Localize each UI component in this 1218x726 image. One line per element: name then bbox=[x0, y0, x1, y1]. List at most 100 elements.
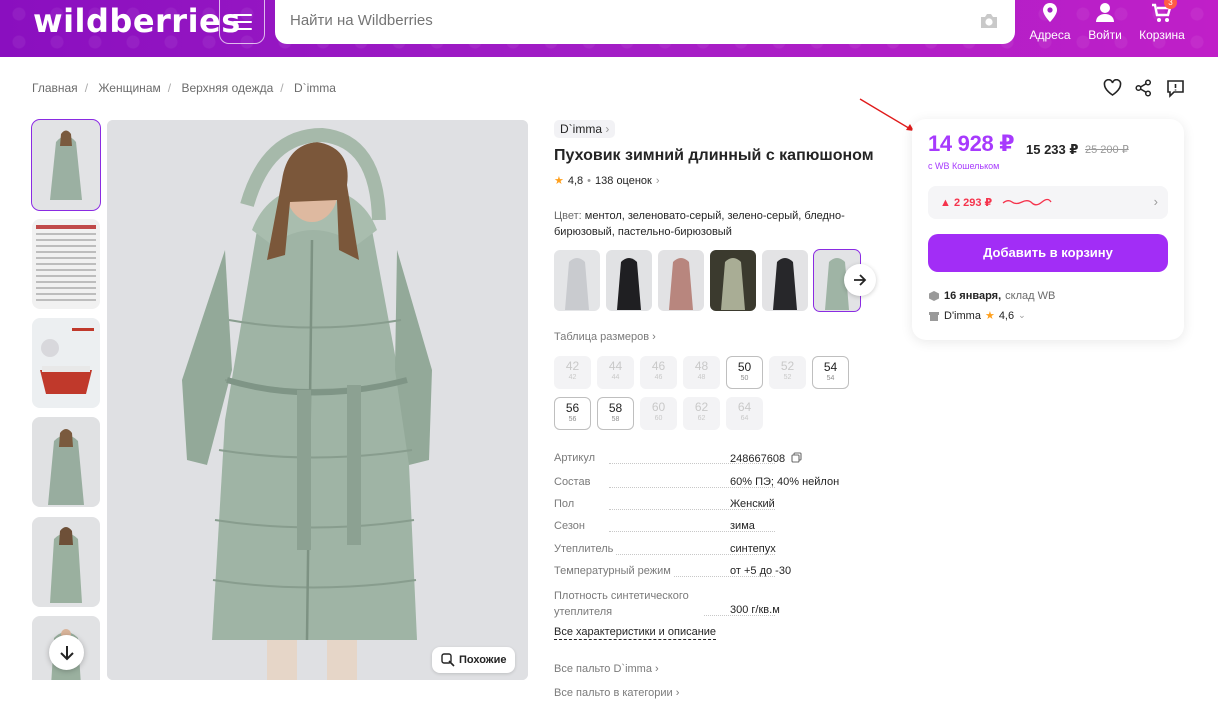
size-option[interactable]: 48 48 bbox=[683, 356, 720, 389]
color-swatch-light-gray[interactable] bbox=[554, 250, 600, 311]
user-icon bbox=[1096, 3, 1114, 22]
search-similar-icon bbox=[441, 653, 455, 667]
arrow-right-icon bbox=[854, 274, 867, 286]
all-characteristics-link[interactable]: Все характеристики и описание bbox=[554, 626, 717, 640]
size-option[interactable]: 56 56 bbox=[554, 397, 591, 430]
price-history[interactable]: ▲ 2 293 ₽ › bbox=[928, 186, 1168, 219]
spec-key: Артикул bbox=[554, 452, 599, 464]
size-ru: 50 bbox=[740, 375, 749, 382]
color-label: Цвет: bbox=[554, 210, 582, 222]
size-number: 64 bbox=[737, 400, 752, 414]
reviews-count: 138 оценок bbox=[595, 174, 652, 187]
color-swatch-black-2[interactable] bbox=[762, 250, 808, 311]
add-to-cart-button[interactable]: Добавить в корзину bbox=[928, 234, 1168, 272]
breadcrumb-item-home[interactable]: Главная bbox=[32, 81, 78, 95]
color-swatch-black[interactable] bbox=[606, 250, 652, 311]
brand-name: D`imma bbox=[560, 122, 602, 136]
similar-products-button[interactable]: Похожие bbox=[432, 647, 516, 673]
size-number: 52 bbox=[780, 359, 795, 373]
seller-info[interactable]: D'imma ★ 4,6 ⌄ bbox=[928, 309, 1026, 322]
rating-value: 4,8 bbox=[567, 174, 584, 187]
nav-cart[interactable]: 3 Корзина bbox=[1139, 0, 1185, 42]
coat-variant-image bbox=[606, 250, 652, 311]
chevron-right-icon: › bbox=[655, 174, 660, 187]
breadcrumb-item-outerwear[interactable]: Верхняя одежда bbox=[181, 81, 273, 95]
size-number: 50 bbox=[737, 360, 752, 374]
spec-value: 248667608 bbox=[730, 453, 786, 465]
old-price: 25 200 ₽ bbox=[1085, 144, 1129, 156]
size-option[interactable]: 50 50 bbox=[726, 356, 763, 389]
spec-key: Утеплитель bbox=[554, 543, 617, 555]
thumbnail-2[interactable] bbox=[32, 219, 100, 309]
breadcrumb-separator: / bbox=[280, 81, 284, 95]
menu-button[interactable] bbox=[219, 0, 265, 44]
search-input[interactable] bbox=[290, 12, 940, 29]
size-option[interactable]: 44 44 bbox=[597, 356, 634, 389]
color-swatch-dusty-pink[interactable] bbox=[658, 250, 704, 311]
chevron-right-icon: › bbox=[652, 331, 656, 343]
favorite-heart-icon[interactable] bbox=[1103, 79, 1122, 97]
all-brand-coats-link[interactable]: Все пальто D`imma › bbox=[554, 663, 659, 675]
size-number: 56 bbox=[565, 401, 580, 415]
wallet-price: 14 928 ₽ bbox=[928, 131, 1015, 156]
color-swatch-olive[interactable] bbox=[710, 250, 756, 311]
dot-separator: • bbox=[587, 174, 592, 187]
color-description: Цвет: ментол, зеленовато-серый, зелено-с… bbox=[554, 208, 864, 240]
size-option[interactable]: 58 58 bbox=[597, 397, 634, 430]
similar-products-label: Похожие bbox=[459, 654, 507, 666]
size-ru: 42 bbox=[568, 374, 577, 381]
size-number: 44 bbox=[608, 359, 623, 373]
chevron-right-icon: › bbox=[675, 687, 680, 699]
price-change: ▲ 2 293 ₽ bbox=[940, 197, 993, 209]
spec-value: 60% ПЭ; 40% нейлон bbox=[730, 476, 840, 488]
breadcrumb-item-brand[interactable]: D`imma bbox=[294, 81, 336, 95]
breadcrumb-separator: / bbox=[84, 81, 89, 95]
next-colors-button[interactable] bbox=[844, 264, 876, 296]
scroll-thumbnails-down-button[interactable] bbox=[49, 635, 84, 670]
copy-icon[interactable] bbox=[791, 452, 802, 463]
size-table-link[interactable]: Таблица размеров › bbox=[554, 331, 656, 343]
thumbnail-5[interactable] bbox=[32, 517, 100, 607]
wallet-note[interactable]: с WB Кошельком bbox=[928, 161, 999, 171]
chevron-right-icon: › bbox=[1153, 194, 1158, 209]
spec-value: от +5 до -30 bbox=[730, 565, 792, 577]
coat-variant-image bbox=[762, 250, 808, 311]
seller-name: D'imma bbox=[944, 309, 981, 322]
regular-price: 15 233 ₽ bbox=[1026, 142, 1079, 157]
camera-icon[interactable] bbox=[979, 12, 999, 30]
search-bar[interactable] bbox=[275, 0, 1015, 44]
brand-chip[interactable]: D`imma › bbox=[554, 120, 616, 138]
nav-addresses-label: Адреса bbox=[1029, 28, 1071, 42]
all-category-coats-label: Все пальто в категории bbox=[554, 687, 673, 699]
size-option[interactable]: 42 42 bbox=[554, 356, 591, 389]
size-option[interactable]: 60 60 bbox=[640, 397, 677, 430]
spec-key: Сезон bbox=[554, 520, 588, 532]
coat-photo-thumb bbox=[32, 120, 100, 210]
wildberries-logo[interactable]: wildberries bbox=[33, 2, 241, 40]
size-number: 46 bbox=[651, 359, 666, 373]
size-number: 62 bbox=[694, 400, 709, 414]
thumbnail-3[interactable] bbox=[32, 318, 100, 408]
nav-addresses[interactable]: Адреса bbox=[1029, 0, 1071, 42]
size-option[interactable]: 46 46 bbox=[640, 356, 677, 389]
report-icon[interactable] bbox=[1166, 79, 1185, 98]
size-ru: 56 bbox=[568, 416, 577, 423]
size-option[interactable]: 64 64 bbox=[726, 397, 763, 430]
share-icon[interactable] bbox=[1135, 79, 1152, 97]
size-ru: 44 bbox=[611, 374, 620, 381]
product-rating[interactable]: ★ 4,8 • 138 оценок › bbox=[554, 174, 660, 188]
thumbnail-1[interactable] bbox=[31, 119, 101, 211]
size-option[interactable]: 62 62 bbox=[683, 397, 720, 430]
size-option[interactable]: 52 52 bbox=[769, 356, 806, 389]
size-option[interactable]: 54 54 bbox=[812, 356, 849, 389]
thumbnail-4[interactable] bbox=[32, 417, 100, 507]
all-category-coats-link[interactable]: Все пальто в категории › bbox=[554, 687, 679, 699]
breadcrumb-item-women[interactable]: Женщинам bbox=[98, 81, 160, 95]
spec-key: Плотность синтетического утеплителя bbox=[554, 588, 704, 620]
size-chart-thumb bbox=[32, 219, 100, 309]
coat-variant-image bbox=[710, 250, 756, 311]
main-product-image[interactable] bbox=[107, 120, 528, 680]
article-value[interactable]: 248667608 bbox=[730, 452, 802, 465]
nav-login[interactable]: Войти bbox=[1086, 0, 1124, 42]
shop-icon bbox=[929, 311, 939, 321]
